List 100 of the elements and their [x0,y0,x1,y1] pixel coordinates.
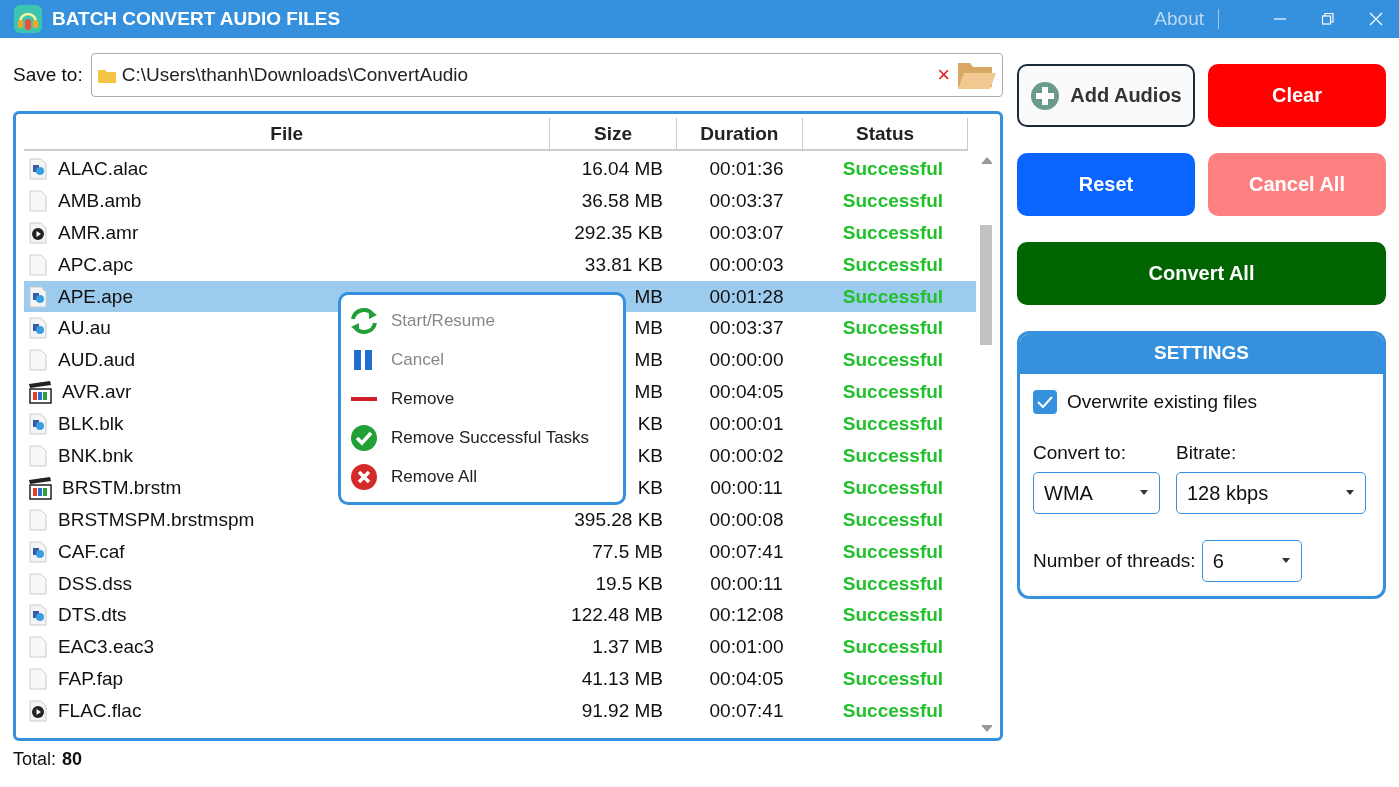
duration-cell-text: 00:01:36 [708,157,785,180]
clapperboard-icon [28,380,52,405]
file-name: FAP.fap [58,668,124,691]
file-name: CAF.caf [58,540,125,563]
menu-item[interactable]: Remove [341,379,623,418]
refresh-icon [349,306,379,335]
size-cell-text: MB [633,285,664,308]
caret-icon [1345,490,1355,496]
size-cell-text: MB [633,381,664,404]
add-button[interactable]: Add Audios [1017,64,1195,127]
status-cell-text: Successful [841,285,945,308]
duration-cell-text: 00:03:37 [708,189,785,212]
restore-icon[interactable] [1321,12,1335,26]
file-name: BLK.blk [58,413,124,436]
overwrite-label: Overwrite existing files [1067,391,1258,413]
size-cell-text: 1.37 MB [591,636,664,659]
status-cell-text: Successful [841,604,945,627]
status-cell-text: Successful [841,636,945,659]
file-name: AMR.amr [58,221,139,244]
file-name: DSS.dss [58,572,132,595]
duration-cell-text: 00:00:03 [708,253,785,276]
duration-cell-text: 00:00:11 [709,572,784,595]
close-icon[interactable] [1369,12,1383,26]
status-cell-text: Successful [841,572,945,595]
settings-title: SETTINGS [1020,334,1383,374]
audio-file-icon [28,540,48,563]
duration-cell-text: 00:07:41 [708,540,785,563]
caret-icon [1280,558,1291,564]
size-cell-text: 91.92 MB [580,700,664,723]
save-to-label: Save to: [13,64,83,86]
file-name: AMB.amb [58,189,142,212]
status-cell-text: Successful [841,221,945,244]
duration-cell-text: 00:00:08 [708,508,785,531]
save-path-field[interactable]: C:\Users\thanh\Downloads\ConvertAudio × [90,53,1003,97]
duration-cell-text: 00:07:41 [708,700,785,723]
blank-file-icon [28,636,48,659]
format-dropdown[interactable]: WMA [1033,472,1160,514]
file-name: BRSTMSPM.brstmspm [58,508,255,531]
blank-file-icon [28,349,48,372]
check-circle-icon [349,423,379,452]
duration-cell-text: 00:01:00 [708,636,785,659]
size-cell-text: MB [633,349,664,372]
size-cell-text: 122.48 MB [570,604,664,627]
blank-file-icon [28,572,48,595]
file-name: AUD.aud [58,349,136,372]
size-cell-text: 77.5 MB [591,540,664,563]
file-name: ALAC.alac [58,157,148,180]
menu-item[interactable]: Remove Successful Tasks [341,418,623,457]
plus-circle-icon [1030,80,1061,111]
scroll-down-icon[interactable] [980,724,992,734]
overwrite-checkbox[interactable] [1033,390,1057,414]
status-cell-text: Successful [841,253,945,276]
status-cell-text: Successful [841,381,945,404]
status-cell-text: Successful [841,444,945,467]
size-cell-text: 36.58 MB [580,189,664,212]
file-name: BRSTM.brstm [62,476,182,499]
size-cell-text: 19.5 KB [594,572,664,595]
folder-icon [97,67,116,83]
bitrate-label: Bitrate: [1176,442,1238,464]
size-cell-text: 395.28 KB [573,508,664,531]
threads-dropdown[interactable]: 6 [1201,540,1302,582]
scroll-thumb[interactable] [980,225,992,345]
reset-button[interactable]: Reset [1017,153,1195,216]
play-file-icon [28,221,48,244]
status-cell-text: Successful [841,540,945,563]
duration-cell-text: 00:03:07 [708,221,785,244]
scroll-up-icon[interactable] [980,155,992,165]
blank-file-icon [28,189,48,212]
file-name: FLAC.flac [58,700,142,723]
error-circle-icon [349,462,379,491]
file-name: DTS.dts [58,604,127,627]
column-header[interactable]: File [24,118,551,149]
size-cell-text: 292.35 KB [573,221,664,244]
duration-cell-text: 00:01:28 [708,285,785,308]
column-header[interactable]: Size [550,118,677,149]
menu-item[interactable]: Remove All [341,457,623,496]
status-cell-text: Successful [841,508,945,531]
file-name: APE.ape [58,285,133,308]
caret-icon [1139,490,1149,496]
status-cell-text: Successful [841,413,945,436]
blank-file-icon [28,444,48,467]
clear-path-button[interactable]: × [937,62,950,88]
bitrate-dropdown[interactable]: 128 kbps [1176,472,1366,514]
column-header[interactable]: Status [803,118,968,149]
size-cell-text: KB [636,476,664,499]
audio-file-icon [28,413,48,436]
duration-cell-text: 00:04:05 [708,381,785,404]
audio-file-icon [28,317,48,340]
size-cell-text: MB [633,317,664,340]
total-count: 80 [62,749,83,770]
clear-button[interactable]: Clear [1208,64,1386,127]
column-header[interactable]: Duration [676,118,804,149]
file-name: EAC3.eac3 [58,636,155,659]
status-cell-text: Successful [841,349,945,372]
status-cell-text: Successful [841,668,945,691]
blank-file-icon [28,668,48,691]
convert-button[interactable]: Convert All [1017,242,1386,305]
status-cell-text: Successful [841,189,945,212]
duration-cell-text: 00:03:37 [708,317,785,340]
status-cell-text: Successful [841,700,945,723]
